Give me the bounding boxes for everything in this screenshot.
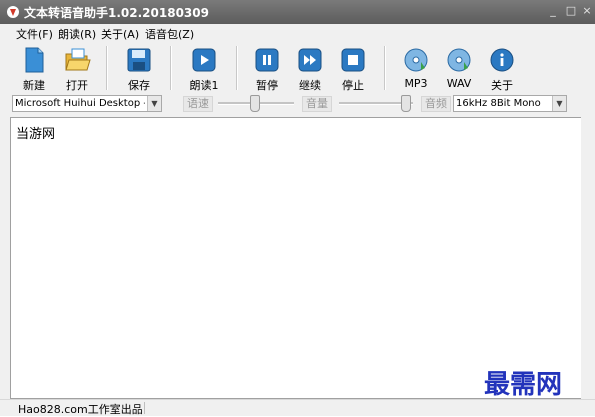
play-icon: [192, 48, 216, 72]
mp3-button-label: MP3: [404, 77, 428, 90]
menu-about[interactable]: 关于(A): [101, 26, 139, 42]
app-window: 文本转语音助手1.02.20180309 _ □ × 文件(F) 朗读(R) 关…: [0, 0, 595, 416]
toolbar-separator: [236, 46, 238, 90]
wav-button-label: WAV: [446, 77, 472, 90]
save-button-label: 保存: [128, 79, 150, 92]
new-button-label: 新建: [23, 79, 45, 92]
voice-select-value: Microsoft Huihui Desktop - Chinese: [15, 98, 145, 109]
new-button[interactable]: 新建: [12, 44, 56, 92]
cd-music-icon: [447, 48, 471, 72]
speed-label: 语速: [183, 96, 213, 112]
close-button[interactable]: ×: [579, 3, 595, 19]
menu-voice-pack[interactable]: 语音包(Z): [145, 26, 194, 42]
menu-bar: 文件(F) 朗读(R) 关于(A) 语音包(Z): [0, 24, 595, 42]
open-button[interactable]: 打开: [55, 44, 99, 92]
pause-icon: [255, 48, 279, 72]
app-icon: [7, 6, 19, 18]
open-folder-icon: [65, 48, 91, 71]
toolbar: 新建 打开 保存 朗读1 暂停 继续 停止 MP3 WAV 关于: [0, 42, 595, 94]
resume-button[interactable]: 继续: [288, 44, 332, 92]
watermark-text: 最需网: [484, 370, 563, 400]
window-title: 文本转语音助手1.02.20180309: [24, 6, 209, 20]
mp3-button[interactable]: MP3: [394, 44, 438, 92]
new-document-icon: [25, 47, 44, 73]
status-separator: [144, 402, 145, 414]
maximize-button[interactable]: □: [563, 3, 579, 19]
floppy-disk-icon: [127, 48, 151, 72]
frequency-label: 音频: [421, 96, 451, 112]
read-button-label: 朗读1: [189, 79, 219, 92]
options-row: Microsoft Huihui Desktop - Chinese ▼ 语速 …: [0, 94, 595, 114]
audio-format-select[interactable]: 16kHz 8Bit Mono ▼: [453, 95, 567, 112]
volume-slider[interactable]: [339, 95, 413, 112]
minimize-button[interactable]: _: [545, 3, 561, 19]
volume-label: 音量: [302, 96, 332, 112]
chevron-down-icon[interactable]: ▼: [552, 96, 566, 111]
toolbar-separator: [384, 46, 386, 90]
title-bar[interactable]: 文本转语音助手1.02.20180309 _ □ ×: [0, 0, 595, 24]
save-button[interactable]: 保存: [116, 44, 162, 92]
menu-read[interactable]: 朗读(R): [58, 26, 96, 42]
status-bar: Hao828.com工作室出品: [0, 399, 595, 416]
toolbar-separator: [170, 46, 172, 90]
stop-button[interactable]: 停止: [331, 44, 375, 92]
toolbar-separator: [106, 46, 108, 90]
menu-file[interactable]: 文件(F): [16, 26, 53, 42]
about-button-label: 关于: [491, 79, 513, 92]
read-button[interactable]: 朗读1: [180, 44, 228, 92]
volume-slider-thumb[interactable]: [401, 95, 411, 112]
pause-button[interactable]: 暂停: [245, 44, 289, 92]
open-button-label: 打开: [66, 79, 88, 92]
chevron-down-icon[interactable]: ▼: [147, 96, 161, 111]
about-button[interactable]: 关于: [480, 44, 524, 92]
stop-button-label: 停止: [342, 79, 364, 92]
cd-music-icon: [404, 48, 428, 72]
stop-icon: [341, 48, 365, 72]
voice-select[interactable]: Microsoft Huihui Desktop - Chinese ▼: [12, 95, 162, 112]
pause-button-label: 暂停: [256, 79, 278, 92]
speed-slider-thumb[interactable]: [250, 95, 260, 112]
resume-button-label: 继续: [299, 79, 321, 92]
info-icon: [490, 48, 514, 72]
wav-button[interactable]: WAV: [437, 44, 481, 92]
editor-text[interactable]: 当游网: [16, 123, 55, 142]
speed-slider[interactable]: [218, 95, 294, 112]
text-editor[interactable]: 当游网: [10, 117, 582, 399]
vertical-scrollbar[interactable]: [581, 117, 593, 399]
audio-format-value: 16kHz 8Bit Mono: [456, 98, 541, 109]
fast-forward-icon: [298, 48, 322, 72]
